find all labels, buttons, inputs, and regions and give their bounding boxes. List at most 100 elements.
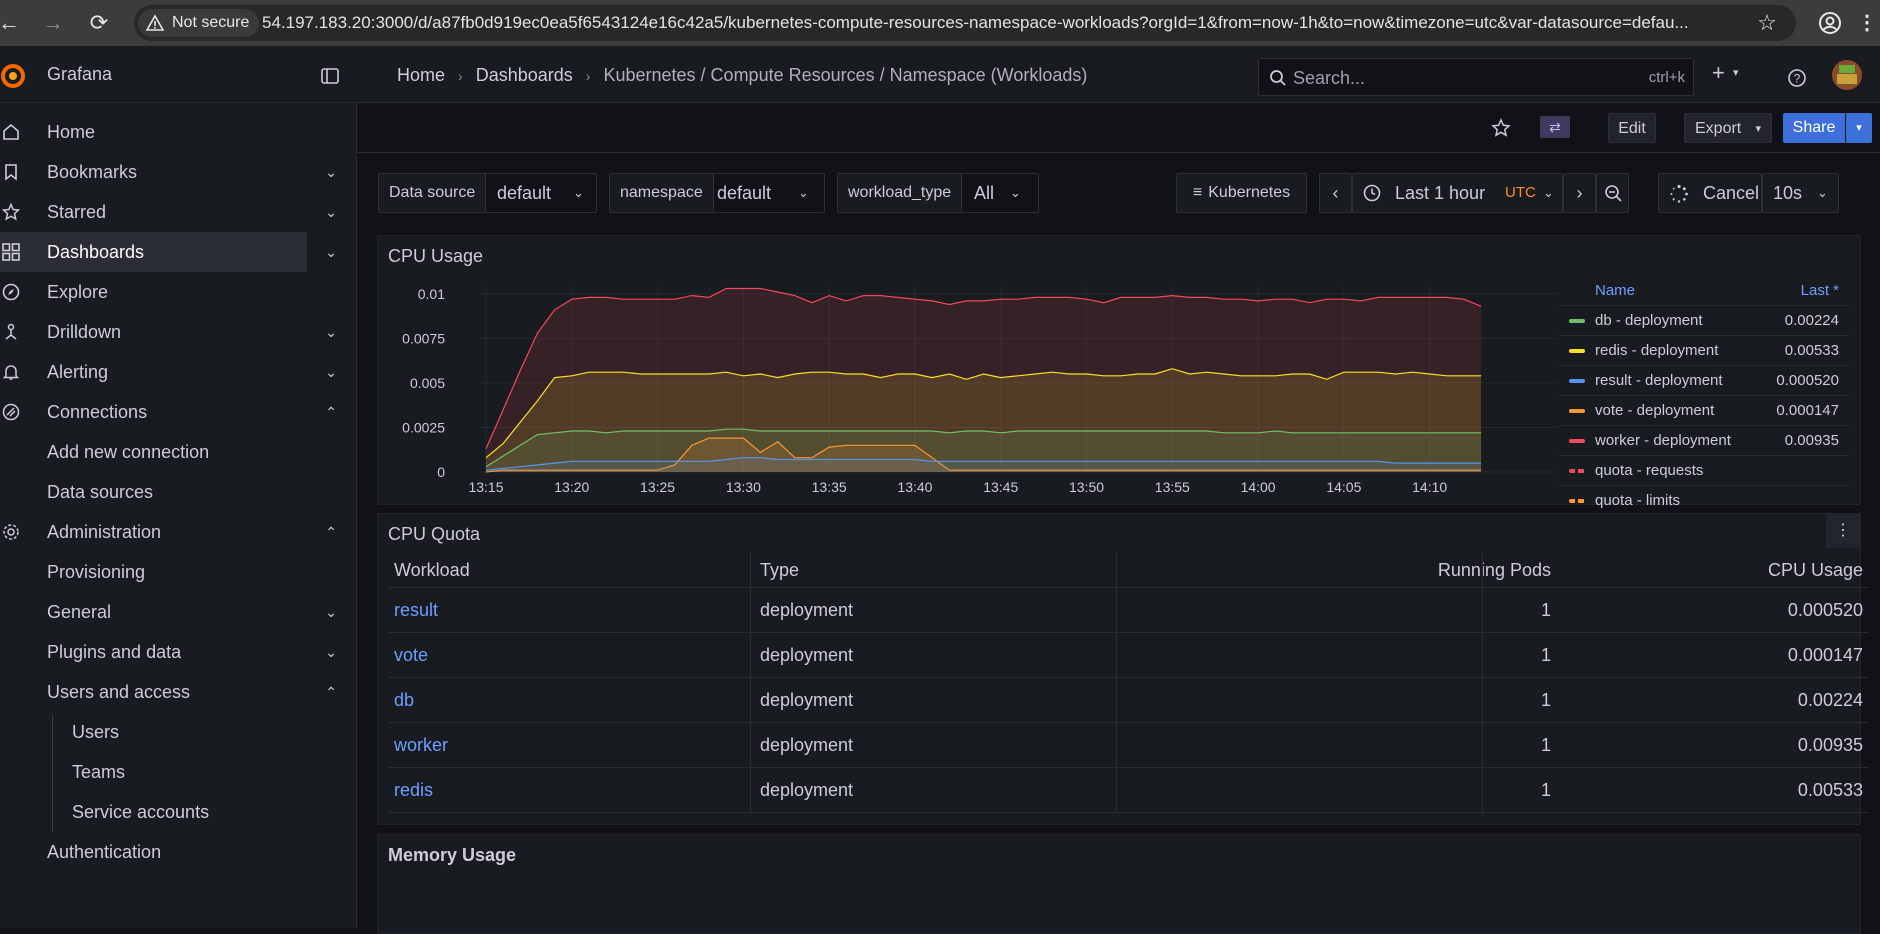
workload-link[interactable]: result — [394, 588, 438, 633]
legend-item[interactable]: quota - requests — [1559, 456, 1849, 486]
app-name[interactable]: Grafana — [47, 64, 112, 85]
legend-item[interactable]: quota - limits — [1559, 486, 1849, 516]
breadcrumb-dashboards[interactable]: Dashboards — [476, 65, 573, 85]
sidebar-item-alerting[interactable]: Alerting ⌄ — [0, 352, 337, 392]
chevron-up-icon[interactable]: ⌃ — [325, 512, 337, 552]
chevron-down-icon[interactable]: ▾ — [1733, 66, 1739, 79]
refresh-interval-picker[interactable]: 10s ⌄ — [1762, 173, 1839, 213]
chevron-up-icon[interactable]: ⌃ — [325, 392, 337, 432]
legend-item[interactable]: worker - deployment 0.00935 — [1559, 426, 1849, 456]
share-button[interactable]: Share — [1783, 113, 1845, 143]
zoom-out-button[interactable] — [1596, 173, 1629, 213]
sidebar-item-drilldown[interactable]: Drilldown ⌄ — [0, 312, 337, 352]
forward-icon[interactable]: → — [40, 10, 66, 36]
sidebar-item-explore[interactable]: Explore — [0, 272, 307, 312]
workload-link[interactable]: redis — [394, 768, 433, 813]
datasource-variable[interactable]: Data source default ⌄ — [378, 173, 597, 213]
cpu-usage-panel[interactable]: CPU Usage 13:15 13:20 13:25 13:30 13:35 13:40… — [377, 235, 1861, 516]
workload-type-cell: deployment — [760, 780, 854, 800]
back-icon[interactable]: ← — [0, 10, 22, 36]
sidebar-item-data-sources[interactable]: Data sources — [0, 472, 307, 512]
edit-button[interactable]: Edit — [1608, 113, 1656, 143]
sidebar-item-service-accounts[interactable]: Service accounts — [0, 792, 307, 832]
warning-icon — [146, 14, 164, 31]
chevron-down-icon[interactable]: ⌄ — [325, 152, 337, 192]
x-tick-label: 14:05 — [1326, 479, 1361, 495]
sidebar-item-users-and-access[interactable]: Users and access ⌃ — [0, 672, 337, 712]
datasource-value[interactable]: default — [497, 174, 551, 212]
chevron-down-icon[interactable]: ⌄ — [325, 352, 337, 392]
cpu-usage-chart[interactable]: 13:15 13:20 13:25 13:30 13:35 13:40 13:45 13:50… — [378, 236, 1558, 506]
workload-type-variable[interactable]: workload_type All ⌄ — [837, 173, 1039, 213]
legend-item[interactable]: result - deployment 0.000520 — [1559, 366, 1849, 396]
zoom-out-icon — [1605, 185, 1622, 202]
breadcrumb-home[interactable]: Home — [397, 65, 445, 85]
sidebar-item-general[interactable]: General ⌄ — [0, 592, 337, 632]
sidebar-item-teams[interactable]: Teams — [0, 752, 307, 792]
url-text[interactable]: 54.197.183.20:3000/d/a87fb0d919ec0ea5f65… — [262, 9, 1742, 37]
sidebar-item-add-new-connection[interactable]: Add new connection — [0, 432, 307, 472]
sidebar-item-label: Dashboards — [47, 242, 145, 262]
chevron-down-icon[interactable]: ⌄ — [325, 312, 337, 352]
sidebar-item-users[interactable]: Users — [0, 712, 307, 752]
col-header-running-pods[interactable]: Running Pods — [1438, 552, 1551, 588]
chevron-down-icon[interactable]: ⌄ — [325, 232, 337, 272]
time-picker-button[interactable]: Last 1 hour UTC ⌄ — [1352, 173, 1563, 213]
chevron-down-icon[interactable]: ⌄ — [325, 632, 337, 672]
col-header-workload[interactable]: Workload — [394, 552, 470, 588]
bookmark-icon — [5, 164, 17, 181]
sidebar-item-label: Connections — [47, 402, 148, 422]
browser-menu-icon[interactable]: ⋮ — [1854, 10, 1880, 36]
search-icon — [1270, 70, 1286, 86]
workload-type-value[interactable]: All — [974, 174, 994, 212]
avatar[interactable] — [1832, 60, 1862, 90]
export-button[interactable]: Export ▾ — [1684, 113, 1772, 143]
sidebar-item-bookmarks[interactable]: Bookmarks ⌄ — [0, 152, 337, 192]
sidebar-item-connections[interactable]: Connections ⌃ — [0, 392, 337, 432]
chevron-down-icon[interactable]: ⌄ — [325, 192, 337, 232]
col-header-type[interactable]: Type — [760, 552, 799, 588]
namespace-value[interactable]: default — [717, 174, 771, 212]
col-header-cpu-usage[interactable]: CPU Usage — [1768, 552, 1863, 588]
chevron-down-icon[interactable]: ⌄ — [798, 174, 809, 212]
namespace-variable[interactable]: namespace default ⌄ — [609, 173, 825, 213]
not-secure-badge[interactable]: Not secure — [138, 9, 260, 37]
sidebar-item-authentication[interactable]: Authentication — [0, 832, 307, 872]
workload-link[interactable]: vote — [394, 633, 428, 678]
panel-menu-icon[interactable]: ⋮ — [1826, 514, 1860, 548]
legend-item[interactable]: redis - deployment 0.00533 — [1559, 336, 1849, 366]
new-plus-icon[interactable]: + — [1712, 60, 1725, 86]
switch-view-button[interactable]: ⇄ — [1540, 116, 1570, 138]
star-icon[interactable] — [1491, 118, 1511, 138]
legend-item[interactable]: db - deployment 0.00224 — [1559, 306, 1849, 336]
sidebar-item-home[interactable]: Home — [0, 112, 307, 152]
sidebar-item-provisioning[interactable]: Provisioning — [0, 552, 307, 592]
kubernetes-dashboards-button[interactable]: ≡ Kubernetes — [1176, 173, 1307, 213]
help-icon[interactable]: ? — [1787, 68, 1807, 88]
dock-menu-icon[interactable] — [321, 68, 339, 84]
legend-swatch — [1569, 499, 1585, 503]
chevron-up-icon[interactable]: ⌃ — [325, 672, 337, 712]
chevron-down-icon[interactable]: ⌄ — [573, 174, 584, 212]
search-input[interactable]: Search... ctrl+k — [1258, 58, 1694, 96]
chevron-down-icon[interactable]: ⌄ — [325, 592, 337, 632]
sidebar-item-dashboards[interactable]: Dashboards ⌄ — [0, 232, 337, 272]
grafana-logo-icon[interactable] — [0, 63, 26, 89]
legend-item[interactable]: vote - deployment 0.000147 — [1559, 396, 1849, 426]
time-forward-button[interactable]: › — [1563, 173, 1596, 213]
bookmark-star-icon[interactable]: ☆ — [1754, 10, 1780, 36]
reload-icon[interactable]: ⟳ — [86, 10, 112, 36]
chevron-down-icon[interactable]: ⌄ — [1010, 174, 1021, 212]
sidebar-item-plugins-and-data[interactable]: Plugins and data ⌄ — [0, 632, 337, 672]
workload-link[interactable]: db — [394, 678, 414, 723]
legend-header-name[interactable]: Name — [1595, 282, 1635, 299]
time-back-button[interactable]: ‹ — [1319, 173, 1352, 213]
cancel-refresh-button[interactable]: Cancel — [1658, 173, 1762, 213]
sidebar-item-label: Bookmarks — [47, 162, 138, 182]
profile-icon[interactable] — [1818, 11, 1842, 35]
workload-link[interactable]: worker — [394, 723, 448, 768]
sidebar-item-starred[interactable]: Starred ⌄ — [0, 192, 337, 232]
sidebar-item-administration[interactable]: Administration ⌃ — [0, 512, 337, 552]
legend-header-last[interactable]: Last * — [1801, 282, 1839, 299]
share-dropdown-chevron-icon[interactable]: ▾ — [1846, 113, 1872, 143]
